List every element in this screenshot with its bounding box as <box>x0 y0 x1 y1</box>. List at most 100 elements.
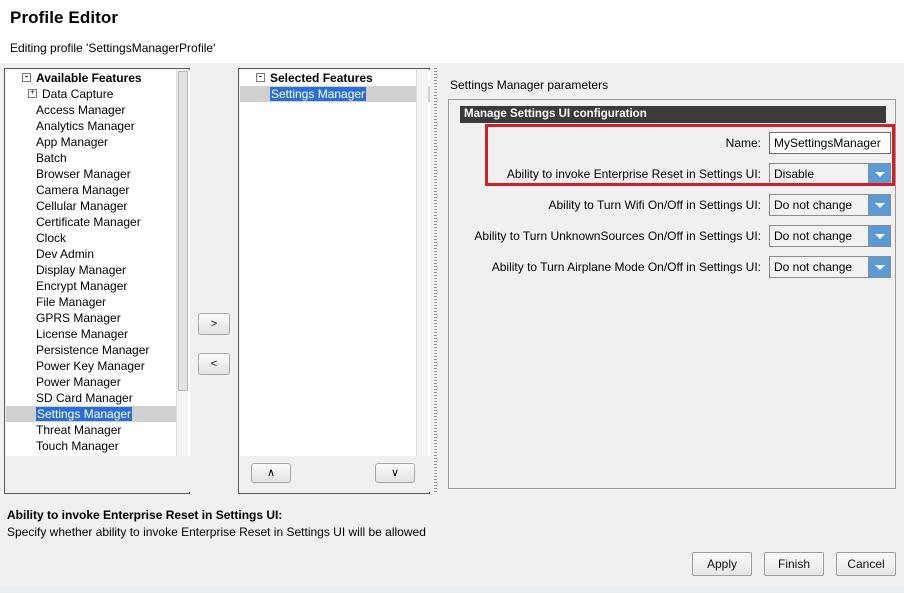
tree-item-threat-manager[interactable]: Threat Manager <box>6 422 178 438</box>
ability-to-turn-airplane-mode-on-off-in-settings-ui-dropdown[interactable]: Do not change <box>769 256 891 278</box>
scrollbar-thumb[interactable] <box>178 71 188 391</box>
selected-features-tree-rows: -Selected FeaturesSettings Manager <box>240 70 430 102</box>
ability-to-invoke-enterprise-reset-in-settings-ui-dropdown[interactable]: Disable <box>769 163 891 185</box>
tree-item-analytics-manager[interactable]: Analytics Manager <box>6 118 178 134</box>
tree-item-cellular-manager[interactable]: Cellular Manager <box>6 198 178 214</box>
tree-root-selected[interactable]: -Selected Features <box>240 70 430 86</box>
main-content: -Available Features + Data Capture Access M… <box>0 63 904 498</box>
splitter-grip-icon <box>434 68 437 494</box>
footer-strip <box>0 587 904 593</box>
chevron-down-icon[interactable] <box>868 226 890 246</box>
param-label: Ability to Turn Airplane Mode On/Off in … <box>492 254 761 280</box>
tree-item-encrypt-manager[interactable]: Encrypt Manager <box>6 278 178 294</box>
tree-item-display-manager[interactable]: Display Manager <box>6 262 178 278</box>
tree-item-label: Data Capture <box>42 87 113 101</box>
chevron-down-icon[interactable] <box>868 164 890 184</box>
tree-item-label: License Manager <box>36 327 128 341</box>
tree-item-touch-manager[interactable]: Touch Manager <box>6 438 178 454</box>
param-row-ability-to-turn-airplane-mode-on-off-in-settings-ui: Ability to Turn Airplane Mode On/Off in … <box>449 254 897 280</box>
tree-item-batch[interactable]: Batch <box>6 150 178 166</box>
tree-item-gprs-manager[interactable]: GPRS Manager <box>6 310 178 326</box>
param-label: Ability to invoke Enterprise Reset in Se… <box>507 161 761 187</box>
tree-item-certificate-manager[interactable]: Certificate Manager <box>6 214 178 230</box>
transfer-button-column: > < <box>192 68 236 494</box>
tree-item-data-capture[interactable]: + Data Capture <box>6 86 178 102</box>
param-label: Name: <box>726 130 761 156</box>
tree-item-file-manager[interactable]: File Manager <box>6 294 178 310</box>
tree-item-power-key-manager[interactable]: Power Key Manager <box>6 358 178 374</box>
available-features-tree[interactable]: -Available Features + Data Capture Access M… <box>6 70 190 458</box>
collapse-icon[interactable]: - <box>22 73 31 82</box>
header: Profile Editor Editing profile 'Settings… <box>0 0 904 63</box>
tree-item-label: Browser Manager <box>36 167 131 181</box>
tree-item-label: Power Key Manager <box>36 359 145 373</box>
ability-to-turn-unknownsources-on-off-in-settings-ui-dropdown[interactable]: Do not change <box>769 225 891 247</box>
tree-item-label: Batch <box>36 151 67 165</box>
available-features-scrollbar[interactable] <box>176 70 188 458</box>
hint-title: Ability to invoke Enterprise Reset in Se… <box>7 508 282 522</box>
finish-button[interactable]: Finish <box>764 552 824 576</box>
tree-item-label: Certificate Manager <box>36 215 141 229</box>
ability-to-turn-wifi-on-off-in-settings-ui-dropdown[interactable]: Do not change <box>769 194 891 216</box>
editing-profile-subtitle: Editing profile 'SettingsManagerProfile' <box>10 41 894 55</box>
parameters-panel-title: Settings Manager parameters <box>450 78 608 92</box>
tree-item-label: File Manager <box>36 295 106 309</box>
group-box-header: Manage Settings UI configuration <box>460 106 886 123</box>
move-down-button[interactable]: ∨ <box>375 463 415 483</box>
tree-item-persistence-manager[interactable]: Persistence Manager <box>6 342 178 358</box>
param-row-ability-to-turn-wifi-on-off-in-settings-ui: Ability to Turn Wifi On/Off in Settings … <box>449 192 897 218</box>
panel-splitter[interactable] <box>432 68 440 494</box>
tree-item-label: Access Manager <box>36 103 125 117</box>
tree-item-label: Power Manager <box>36 375 121 389</box>
tree-item-label: Threat Manager <box>36 423 121 437</box>
tree-item-label: Settings Manager <box>270 87 366 101</box>
selected-features-scrollbar[interactable] <box>416 70 428 458</box>
tree-item-access-manager[interactable]: Access Manager <box>6 102 178 118</box>
tree-item-label: Camera Manager <box>36 183 129 197</box>
cancel-button[interactable]: Cancel <box>836 552 896 576</box>
tree-item-label: SD Card Manager <box>36 391 133 405</box>
move-up-button[interactable]: ∧ <box>251 463 291 483</box>
dropdown-value: Do not change <box>770 226 852 246</box>
tree-item-label: Cellular Manager <box>36 199 127 213</box>
remove-feature-button[interactable]: < <box>198 353 230 375</box>
available-features-footer <box>6 456 190 492</box>
param-label: Ability to Turn Wifi On/Off in Settings … <box>548 192 761 218</box>
footer-area: Ability to invoke Enterprise Reset in Se… <box>0 498 904 593</box>
chevron-down-icon[interactable] <box>868 257 890 277</box>
param-row-ability-to-turn-unknownsources-on-off-in-settings-ui: Ability to Turn UnknownSources On/Off in… <box>449 223 897 249</box>
selected-features-tree[interactable]: -Selected FeaturesSettings Manager <box>240 70 430 458</box>
dropdown-value: Disable <box>770 164 814 184</box>
tree-item-camera-manager[interactable]: Camera Manager <box>6 182 178 198</box>
selected-features-panel: -Selected FeaturesSettings Manager ∧ ∨ <box>238 68 430 494</box>
tree-item-settings-manager[interactable]: Settings Manager <box>6 406 178 422</box>
tree-root-available[interactable]: -Available Features <box>6 70 178 86</box>
tree-item-label: Analytics Manager <box>36 119 135 133</box>
add-feature-button[interactable]: > <box>198 313 230 335</box>
tree-item-dev-admin[interactable]: Dev Admin <box>6 246 178 262</box>
tree-item-label: App Manager <box>36 135 108 149</box>
tree-item-settings-manager[interactable]: Settings Manager <box>240 86 430 102</box>
tree-item-label: GPRS Manager <box>36 311 121 325</box>
param-row-name: Name: MySettingsManager <box>449 130 897 156</box>
tree-item-label: Display Manager <box>36 263 126 277</box>
selected-features-footer: ∧ ∨ <box>240 456 430 492</box>
expand-icon[interactable]: + <box>28 89 37 98</box>
tree-item-app-manager[interactable]: App Manager <box>6 134 178 150</box>
available-features-panel: -Available Features + Data Capture Access M… <box>4 68 190 494</box>
tree-item-label: Settings Manager <box>36 407 132 421</box>
collapse-icon[interactable]: - <box>256 73 265 82</box>
param-row-ability-to-invoke-enterprise-reset-in-settings-ui: Ability to invoke Enterprise Reset in Se… <box>449 161 897 187</box>
tree-item-license-manager[interactable]: License Manager <box>6 326 178 342</box>
tree-item-label: Persistence Manager <box>36 343 149 357</box>
tree-item-clock[interactable]: Clock <box>6 230 178 246</box>
chevron-down-icon[interactable] <box>868 195 890 215</box>
tree-item-power-manager[interactable]: Power Manager <box>6 374 178 390</box>
tree-item-label: Touch Manager <box>36 439 119 453</box>
tree-item-label: Clock <box>36 231 66 245</box>
tree-item-sd-card-manager[interactable]: SD Card Manager <box>6 390 178 406</box>
available-features-tree-rows: -Available Features + Data Capture Access M… <box>6 70 178 454</box>
apply-button[interactable]: Apply <box>692 552 752 576</box>
name-input[interactable]: MySettingsManager <box>769 132 891 154</box>
tree-item-browser-manager[interactable]: Browser Manager <box>6 166 178 182</box>
